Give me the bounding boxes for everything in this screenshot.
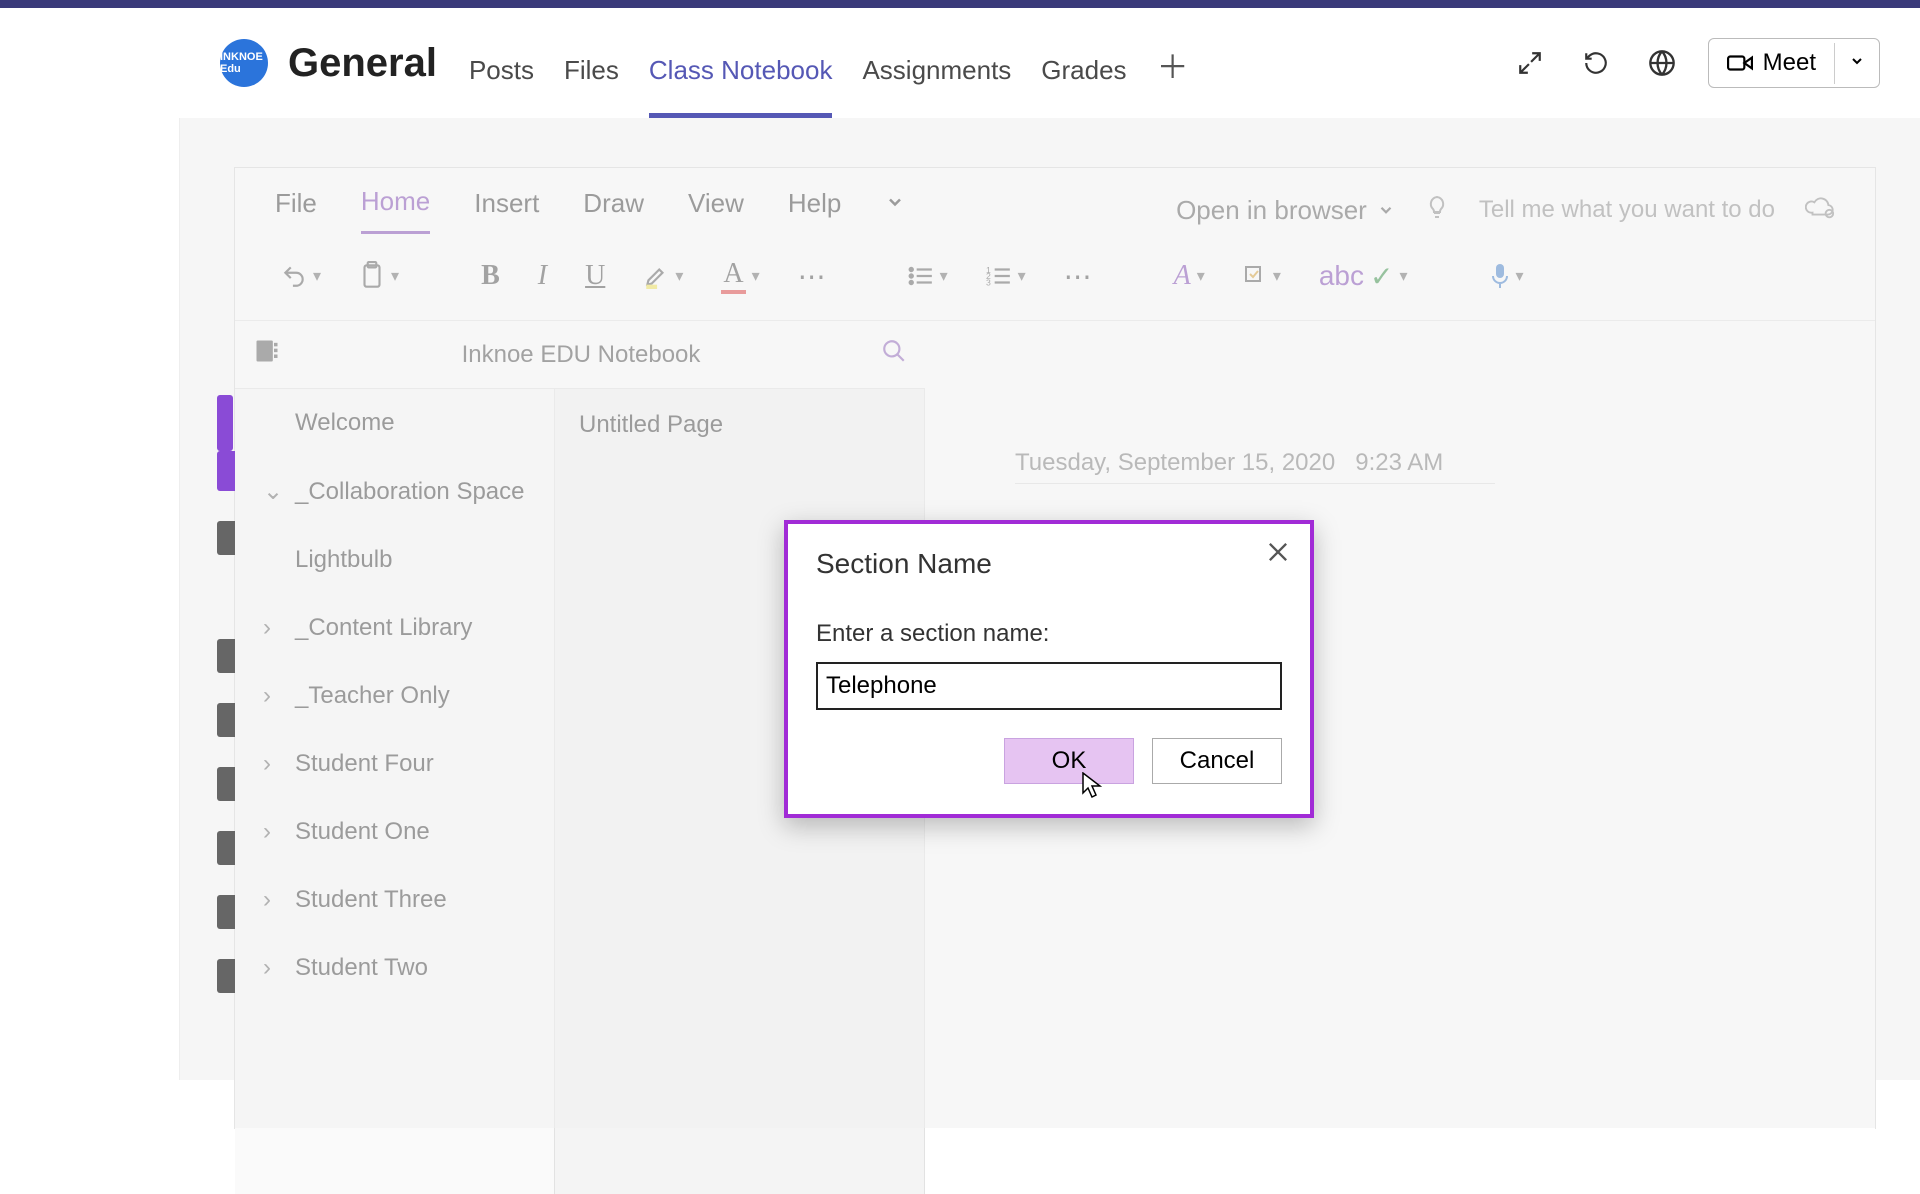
- tab-assignments[interactable]: Assignments: [862, 55, 1011, 118]
- globe-icon[interactable]: [1642, 43, 1682, 83]
- section-list: Welcome ⌄_Collaboration Space Lightbulb …: [235, 389, 555, 1194]
- dialog-label: Enter a section name:: [816, 620, 1282, 648]
- chevron-down-icon[interactable]: ⌄: [263, 477, 283, 506]
- italic-button[interactable]: I: [532, 254, 553, 298]
- more-formatting[interactable]: ⋯: [792, 254, 832, 299]
- numbered-list-button[interactable]: 123▾: [980, 259, 1032, 293]
- tab-files[interactable]: Files: [564, 55, 619, 118]
- expand-icon[interactable]: [1510, 43, 1550, 83]
- channel-tab-strip: Posts Files Class Notebook Assignments G…: [469, 8, 1189, 118]
- section-lightbulb[interactable]: Lightbulb: [235, 526, 554, 594]
- ribbon-more[interactable]: [885, 188, 905, 233]
- ok-button[interactable]: OK: [1004, 738, 1134, 784]
- font-color-button[interactable]: A▾: [715, 252, 765, 300]
- chevron-right-icon[interactable]: ›: [263, 750, 283, 778]
- reload-icon[interactable]: [1576, 43, 1616, 83]
- section-welcome[interactable]: Welcome: [235, 389, 554, 457]
- channel-name: General: [288, 41, 437, 86]
- chevron-right-icon[interactable]: ›: [263, 886, 283, 914]
- section-student-three[interactable]: ›Student Three: [235, 866, 554, 934]
- ribbon-file[interactable]: File: [275, 188, 317, 233]
- meet-label: Meet: [1763, 49, 1816, 77]
- bullet-list-button[interactable]: ▾: [902, 259, 954, 293]
- clipboard-button[interactable]: ▾: [353, 255, 405, 297]
- tab-class-notebook[interactable]: Class Notebook: [649, 55, 833, 118]
- ribbon-draw[interactable]: Draw: [583, 188, 644, 233]
- open-in-browser[interactable]: Open in browser: [1176, 195, 1395, 226]
- chevron-right-icon[interactable]: ›: [263, 682, 283, 710]
- meet-button[interactable]: Meet: [1709, 39, 1834, 87]
- notebook-title: Inknoe EDU Notebook: [299, 341, 863, 369]
- tell-me-search[interactable]: Tell me what you want to do: [1479, 196, 1775, 224]
- notebook-nav-icon[interactable]: [253, 337, 281, 372]
- ribbon-insert[interactable]: Insert: [474, 188, 539, 233]
- section-name-input[interactable]: [816, 662, 1282, 710]
- team-avatar[interactable]: INKNOE Edu: [220, 39, 268, 87]
- page-timestamp: Tuesday, September 15, 2020 9:23 AM: [1015, 449, 1495, 484]
- undo-button[interactable]: ▾: [275, 257, 327, 295]
- dictate-button[interactable]: ▾: [1484, 256, 1530, 296]
- chevron-right-icon[interactable]: ›: [263, 818, 283, 846]
- section-student-two[interactable]: ›Student Two: [235, 934, 554, 1002]
- chevron-right-icon[interactable]: ›: [263, 614, 283, 642]
- section-color-tabs: [217, 451, 235, 993]
- page-untitled[interactable]: Untitled Page: [555, 389, 924, 461]
- add-tab-button[interactable]: ＋: [1157, 42, 1189, 118]
- section-content-library[interactable]: ›_Content Library: [235, 594, 554, 662]
- section-name-dialog: Section Name Enter a section name: OK Ca…: [784, 520, 1314, 818]
- more-paragraph[interactable]: ⋯: [1058, 254, 1098, 299]
- tags-button[interactable]: ▾: [1237, 258, 1287, 294]
- cancel-button[interactable]: Cancel: [1152, 738, 1282, 784]
- bold-button[interactable]: B: [475, 254, 506, 298]
- meet-button-group: Meet: [1708, 38, 1880, 88]
- spellcheck-button[interactable]: abc✓▾: [1313, 254, 1414, 299]
- styles-button[interactable]: A▾: [1168, 254, 1211, 298]
- tab-posts[interactable]: Posts: [469, 55, 534, 118]
- lightbulb-icon[interactable]: [1425, 195, 1449, 226]
- meet-dropdown[interactable]: [1834, 43, 1879, 84]
- ribbon-tab-strip: File Home Insert Draw View Help Open in …: [235, 168, 1875, 234]
- section-student-four[interactable]: ›Student Four: [235, 730, 554, 798]
- section-teacher-only[interactable]: ›_Teacher Only: [235, 662, 554, 730]
- tab-grades[interactable]: Grades: [1041, 55, 1126, 118]
- teams-channel-header: INKNOE Edu General Posts Files Class Not…: [0, 8, 1920, 118]
- chevron-right-icon[interactable]: ›: [263, 954, 283, 982]
- section-student-one[interactable]: ›Student One: [235, 798, 554, 866]
- search-icon[interactable]: [881, 338, 907, 371]
- teams-left-rail: [0, 118, 180, 1080]
- open-in-browser-label: Open in browser: [1176, 195, 1367, 226]
- underline-button[interactable]: U: [579, 254, 611, 298]
- ribbon-view[interactable]: View: [688, 188, 744, 233]
- window-top-strip: [0, 0, 1920, 8]
- home-toolbar: ▾ ▾ B I U ▾ A▾ ⋯ ▾ 123▾ ⋯ A▾ ▾ abc✓▾ ▾: [235, 234, 1875, 321]
- section-collaboration-space[interactable]: ⌄_Collaboration Space: [235, 457, 554, 526]
- notebook-title-bar: Inknoe EDU Notebook: [235, 321, 925, 389]
- ribbon-help[interactable]: Help: [788, 188, 841, 233]
- highlight-button[interactable]: ▾: [637, 257, 689, 295]
- header-actions: Meet: [1510, 38, 1880, 88]
- cloud-sync-icon[interactable]: [1805, 195, 1835, 226]
- dialog-title: Section Name: [816, 548, 1282, 580]
- close-icon[interactable]: [1264, 538, 1292, 571]
- ribbon-home[interactable]: Home: [361, 186, 430, 234]
- svg-text:3: 3: [986, 278, 991, 287]
